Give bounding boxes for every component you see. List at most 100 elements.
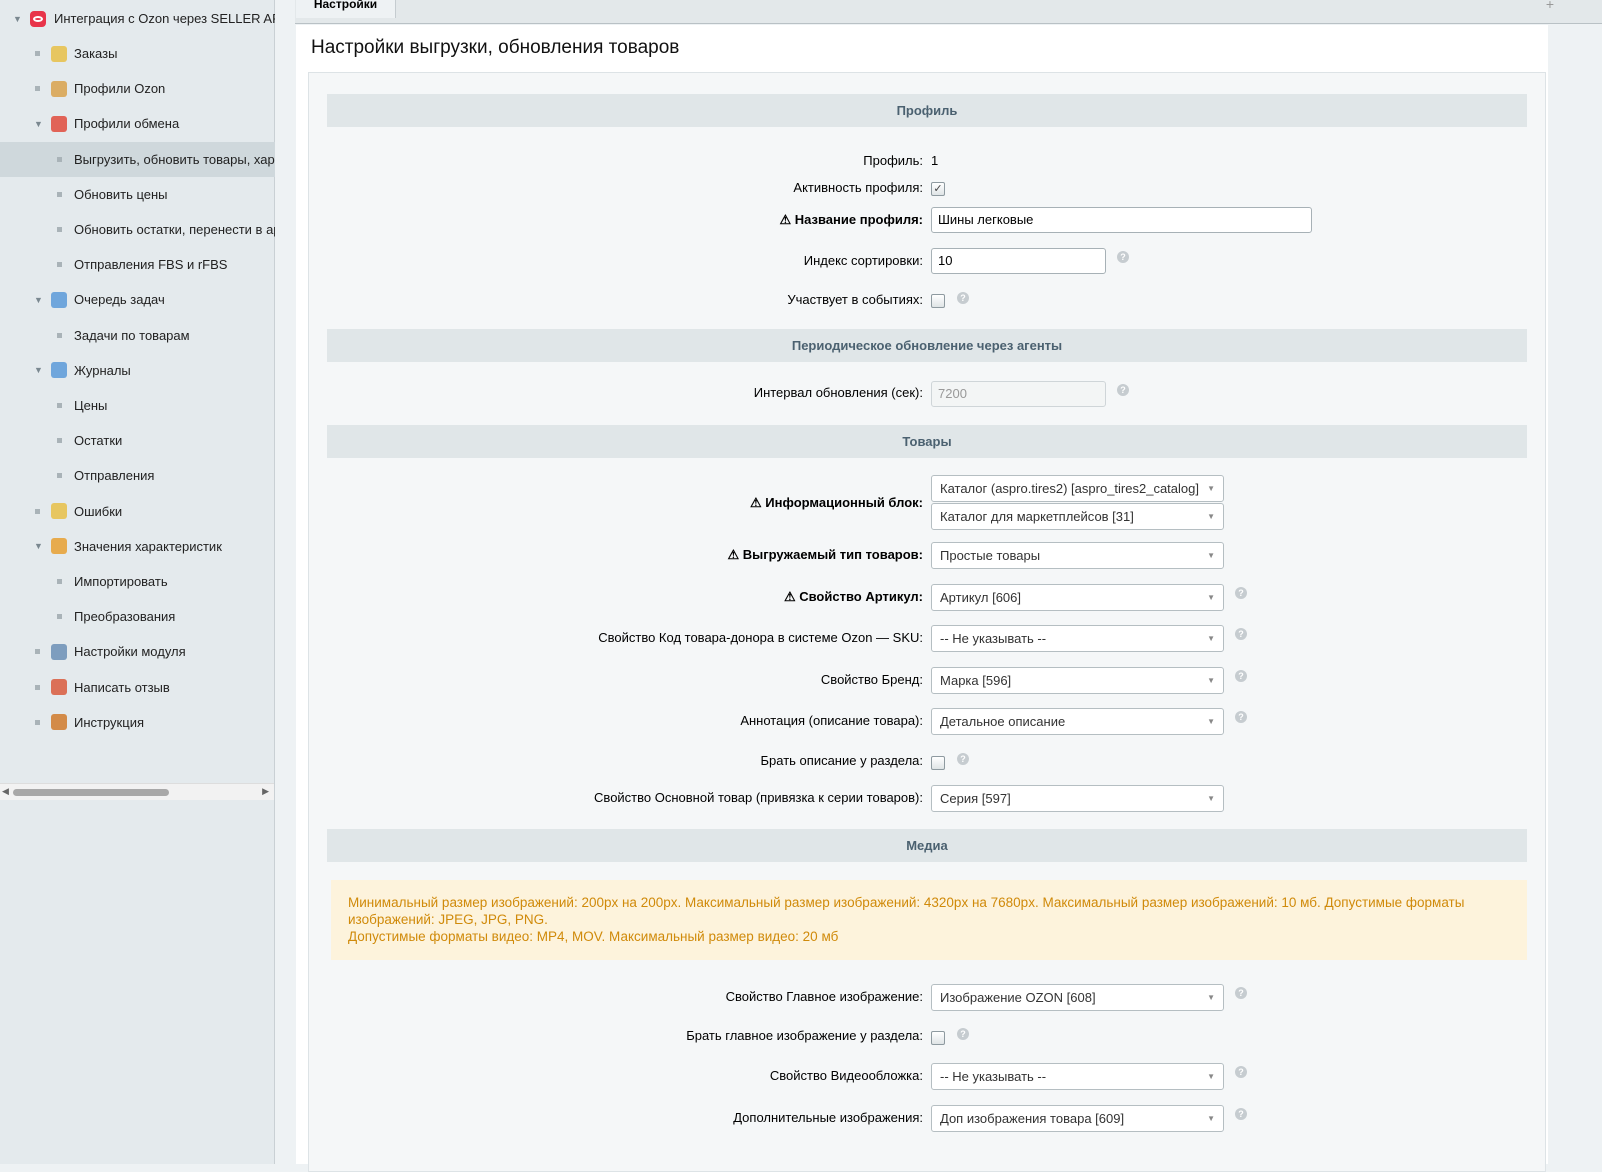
expand-arrow-icon[interactable]: ▼: [34, 119, 43, 129]
events-checkbox[interactable]: [931, 294, 945, 308]
sidebar-item[interactable]: Написать отзыв: [0, 670, 275, 705]
sidebar-item[interactable]: Инструкция: [0, 705, 275, 740]
chevron-down-icon: ▼: [1207, 634, 1215, 643]
section-header-goods: Товары: [327, 425, 1527, 458]
main_product-select[interactable]: Серия [597] ▼: [931, 785, 1224, 812]
sidebar-item[interactable]: Обновить остатки, перенести в архив: [0, 212, 275, 247]
sidebar-root-item[interactable]: ▼ Интеграция с Ozon через SELLER API: [0, 1, 275, 36]
chevron-down-icon: ▼: [1207, 717, 1215, 726]
active-label: Активность профиля:: [793, 180, 923, 195]
help-icon[interactable]: ?: [957, 753, 969, 765]
expand-arrow-icon[interactable]: ▼: [34, 365, 43, 375]
notice-video-text: Допустимые форматы видео: MP4, MOV. Макс…: [348, 929, 839, 944]
sku-select[interactable]: -- Не указывать -- ▼: [931, 625, 1224, 652]
help-icon[interactable]: ?: [1235, 1066, 1247, 1078]
sidebar-item[interactable]: ▼ Очередь задач: [0, 282, 275, 317]
sidebar-item[interactable]: Импортировать: [0, 564, 275, 599]
help-icon[interactable]: ?: [1235, 987, 1247, 999]
sidebar-item[interactable]: Настройки модуля: [0, 634, 275, 669]
section_image-checkbox[interactable]: [931, 1031, 945, 1045]
section-header-media: Медиа: [327, 829, 1527, 862]
notice-images-text: Минимальный размер изображений: 200px на…: [348, 895, 1465, 927]
help-icon[interactable]: ?: [1117, 251, 1129, 263]
iblock-select[interactable]: Каталог (aspro.tires2) [aspro_tires2_cat…: [931, 475, 1224, 502]
expand-arrow-icon[interactable]: ▼: [34, 295, 43, 305]
check-icon: ✓: [933, 183, 943, 195]
sidebar-item[interactable]: Отправления FBS и rFBS: [0, 247, 275, 282]
sidebar-item-label: Очередь задач: [74, 292, 165, 308]
section_image-label: Брать главное изображение у раздела:: [686, 1028, 923, 1043]
sidebar-item[interactable]: Цены: [0, 388, 275, 423]
sidebar-item[interactable]: Преобразования: [0, 599, 275, 634]
help-icon[interactable]: ?: [1235, 670, 1247, 682]
sku-selected-value: -- Не указывать --: [940, 631, 1047, 646]
scrollbar-thumb[interactable]: [13, 789, 169, 796]
video_cover-selected-value: -- Не указывать --: [940, 1069, 1047, 1084]
sidebar-item-label: Профили обмена: [74, 116, 180, 132]
bullet-icon: [57, 262, 62, 268]
clock-check-icon: [51, 362, 67, 379]
annotation-selected-value: Детальное описание: [940, 714, 1066, 729]
main_image-select[interactable]: Изображение OZON [608] ▼: [931, 984, 1224, 1011]
sidebar-item[interactable]: Отправления: [0, 458, 275, 493]
media-notice: Минимальный размер изображений: 200px на…: [331, 880, 1527, 960]
article-select[interactable]: Артикул [606] ▼: [931, 584, 1224, 611]
sidebar-item[interactable]: Задачи по товарам: [0, 318, 275, 353]
expand-arrow-icon[interactable]: ▼: [13, 14, 22, 24]
values-icon: [51, 538, 67, 555]
help-icon[interactable]: ?: [957, 292, 969, 304]
bullet-icon: [57, 191, 62, 197]
sidebar-item[interactable]: Обновить цены: [0, 177, 275, 212]
sidebar-item-label: Отправления: [74, 468, 155, 484]
annotation-select[interactable]: Детальное описание ▼: [931, 708, 1224, 735]
interval-label: Интервал обновления (сек):: [753, 385, 923, 400]
section-header-agents: Периодическое обновление через агенты: [327, 329, 1527, 362]
extra_images-label: Дополнительные изображения:: [733, 1110, 923, 1125]
bullet-icon: [35, 51, 40, 56]
tab-settings[interactable]: Настройки: [296, 0, 396, 18]
expand-arrow-icon[interactable]: ▼: [34, 541, 43, 551]
profile-name-input[interactable]: Шины легковые: [931, 207, 1312, 233]
bullet-icon: [35, 508, 40, 514]
annotation-label: Аннотация (описание товара):: [740, 713, 923, 728]
help-icon[interactable]: ?: [957, 1028, 969, 1040]
video_cover-select[interactable]: -- Не указывать -- ▼: [931, 1063, 1224, 1090]
chevron-down-icon: ▼: [1207, 794, 1215, 803]
iblock-select[interactable]: Каталог для маркетплейсов [31] ▼: [931, 503, 1224, 530]
section_desc-checkbox[interactable]: [931, 756, 945, 770]
brand-select[interactable]: Марка [596] ▼: [931, 667, 1224, 694]
update-interval-input[interactable]: 7200: [931, 381, 1106, 407]
sidebar-item[interactable]: ▼ Значения характеристик: [0, 529, 275, 564]
sidebar-item[interactable]: ▼ Профили обмена: [0, 106, 275, 141]
sidebar-item[interactable]: Остатки: [0, 423, 275, 458]
bullet-icon: [35, 719, 40, 725]
bullet-icon: [35, 86, 40, 92]
help-icon[interactable]: ?: [1235, 587, 1247, 599]
help-icon[interactable]: ?: [1235, 628, 1247, 640]
events-label: Участвует в событиях:: [787, 292, 923, 307]
main_image-label: Свойство Главное изображение:: [725, 989, 923, 1004]
sidebar-item-label: Обновить цены: [74, 186, 168, 202]
extra_images-select[interactable]: Доп изображения товара [609] ▼: [931, 1105, 1224, 1132]
sidebar-item[interactable]: Выгрузить, обновить товары, характеристи…: [0, 141, 275, 177]
sidebar-item[interactable]: Профили Ozon: [0, 71, 275, 106]
name-label: ⚠ Название профиля:: [779, 212, 923, 227]
sidebar-item[interactable]: Ошибки: [0, 494, 275, 529]
help-icon[interactable]: ?: [1117, 384, 1129, 396]
add-tab-icon[interactable]: +: [1546, 0, 1554, 12]
type-select[interactable]: Простые товары ▼: [931, 542, 1224, 569]
brand-selected-value: Марка [596]: [940, 673, 1012, 688]
sidebar-horizontal-scrollbar[interactable]: ◀ ▶: [0, 783, 274, 800]
help-icon[interactable]: ?: [1235, 1108, 1247, 1120]
book-icon: [51, 714, 67, 731]
bag-icon: [51, 45, 67, 62]
help-icon[interactable]: ?: [1235, 711, 1247, 723]
active-checkbox[interactable]: ✓: [931, 182, 945, 196]
iblock-selected-value: Каталог (aspro.tires2) [aspro_tires2_cat…: [940, 481, 1199, 496]
chevron-down-icon: ▼: [1207, 484, 1215, 493]
sidebar-item[interactable]: Заказы: [0, 36, 275, 71]
sidebar-item-label: Задачи по товарам: [74, 327, 190, 343]
clock-check-icon: [51, 291, 67, 308]
sort-index-input[interactable]: 10: [931, 248, 1106, 274]
sidebar-item[interactable]: ▼ Журналы: [0, 353, 275, 388]
